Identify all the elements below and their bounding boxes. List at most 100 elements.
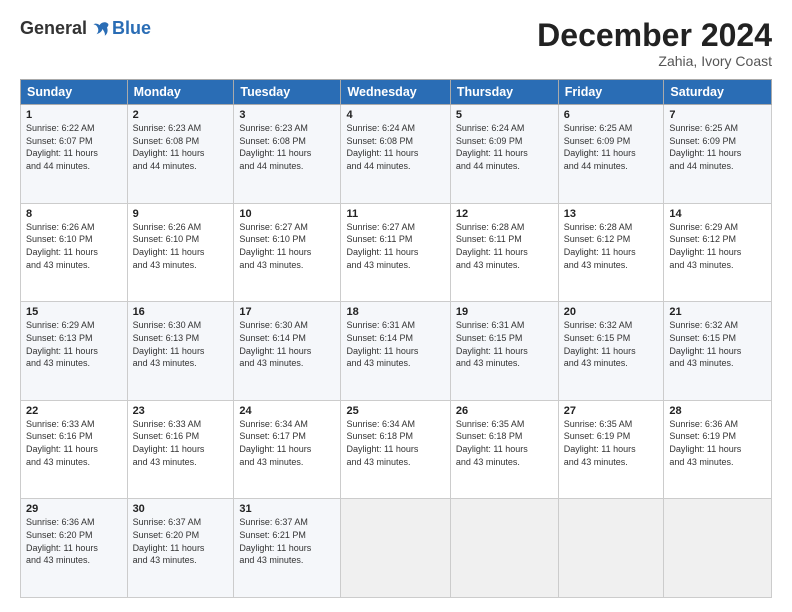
day-cell-16: 16 Sunrise: 6:30 AMSunset: 6:13 PMDaylig… [127, 302, 234, 401]
day-cell-2: 2 Sunrise: 6:23 AMSunset: 6:08 PMDayligh… [127, 105, 234, 204]
day-number-20: 20 [564, 306, 659, 318]
logo-blue-text: Blue [112, 18, 151, 39]
day-info-29: Sunrise: 6:36 AMSunset: 6:20 PMDaylight:… [26, 517, 98, 565]
day-cell-4: 4 Sunrise: 6:24 AMSunset: 6:08 PMDayligh… [341, 105, 450, 204]
day-cell-3: 3 Sunrise: 6:23 AMSunset: 6:08 PMDayligh… [234, 105, 341, 204]
day-cell-31: 31 Sunrise: 6:37 AMSunset: 6:21 PMDaylig… [234, 499, 341, 598]
day-cell-28: 28 Sunrise: 6:36 AMSunset: 6:19 PMDaylig… [664, 400, 772, 499]
week-row-1: 1 Sunrise: 6:22 AMSunset: 6:07 PMDayligh… [21, 105, 772, 204]
day-number-15: 15 [26, 306, 122, 318]
day-cell-27: 27 Sunrise: 6:35 AMSunset: 6:19 PMDaylig… [558, 400, 664, 499]
day-info-2: Sunrise: 6:23 AMSunset: 6:08 PMDaylight:… [133, 123, 205, 171]
day-cell-7: 7 Sunrise: 6:25 AMSunset: 6:09 PMDayligh… [664, 105, 772, 204]
week-row-2: 8 Sunrise: 6:26 AMSunset: 6:10 PMDayligh… [21, 203, 772, 302]
day-cell-26: 26 Sunrise: 6:35 AMSunset: 6:18 PMDaylig… [450, 400, 558, 499]
day-cell-24: 24 Sunrise: 6:34 AMSunset: 6:17 PMDaylig… [234, 400, 341, 499]
day-number-28: 28 [669, 405, 766, 417]
col-tuesday: Tuesday [234, 80, 341, 105]
day-info-10: Sunrise: 6:27 AMSunset: 6:10 PMDaylight:… [239, 222, 311, 270]
day-number-12: 12 [456, 208, 553, 220]
day-number-23: 23 [133, 405, 229, 417]
day-info-18: Sunrise: 6:31 AMSunset: 6:14 PMDaylight:… [346, 320, 418, 368]
week-row-4: 22 Sunrise: 6:33 AMSunset: 6:16 PMDaylig… [21, 400, 772, 499]
day-info-22: Sunrise: 6:33 AMSunset: 6:16 PMDaylight:… [26, 419, 98, 467]
day-info-25: Sunrise: 6:34 AMSunset: 6:18 PMDaylight:… [346, 419, 418, 467]
day-cell-25: 25 Sunrise: 6:34 AMSunset: 6:18 PMDaylig… [341, 400, 450, 499]
day-info-9: Sunrise: 6:26 AMSunset: 6:10 PMDaylight:… [133, 222, 205, 270]
empty-cell [450, 499, 558, 598]
day-number-17: 17 [239, 306, 335, 318]
day-info-24: Sunrise: 6:34 AMSunset: 6:17 PMDaylight:… [239, 419, 311, 467]
header: General Blue December 2024 Zahia, Ivory … [20, 18, 772, 69]
day-info-27: Sunrise: 6:35 AMSunset: 6:19 PMDaylight:… [564, 419, 636, 467]
location-subtitle: Zahia, Ivory Coast [537, 53, 772, 69]
day-cell-22: 22 Sunrise: 6:33 AMSunset: 6:16 PMDaylig… [21, 400, 128, 499]
day-info-13: Sunrise: 6:28 AMSunset: 6:12 PMDaylight:… [564, 222, 636, 270]
day-cell-29: 29 Sunrise: 6:36 AMSunset: 6:20 PMDaylig… [21, 499, 128, 598]
week-row-5: 29 Sunrise: 6:36 AMSunset: 6:20 PMDaylig… [21, 499, 772, 598]
day-info-20: Sunrise: 6:32 AMSunset: 6:15 PMDaylight:… [564, 320, 636, 368]
col-saturday: Saturday [664, 80, 772, 105]
day-info-3: Sunrise: 6:23 AMSunset: 6:08 PMDaylight:… [239, 123, 311, 171]
day-number-29: 29 [26, 503, 122, 515]
col-thursday: Thursday [450, 80, 558, 105]
title-area: December 2024 Zahia, Ivory Coast [537, 18, 772, 69]
col-sunday: Sunday [21, 80, 128, 105]
day-cell-11: 11 Sunrise: 6:27 AMSunset: 6:11 PMDaylig… [341, 203, 450, 302]
day-number-26: 26 [456, 405, 553, 417]
empty-cell [664, 499, 772, 598]
empty-cell [341, 499, 450, 598]
day-info-5: Sunrise: 6:24 AMSunset: 6:09 PMDaylight:… [456, 123, 528, 171]
day-info-19: Sunrise: 6:31 AMSunset: 6:15 PMDaylight:… [456, 320, 528, 368]
day-info-21: Sunrise: 6:32 AMSunset: 6:15 PMDaylight:… [669, 320, 741, 368]
day-cell-20: 20 Sunrise: 6:32 AMSunset: 6:15 PMDaylig… [558, 302, 664, 401]
day-info-4: Sunrise: 6:24 AMSunset: 6:08 PMDaylight:… [346, 123, 418, 171]
day-info-31: Sunrise: 6:37 AMSunset: 6:21 PMDaylight:… [239, 517, 311, 565]
day-cell-21: 21 Sunrise: 6:32 AMSunset: 6:15 PMDaylig… [664, 302, 772, 401]
day-number-31: 31 [239, 503, 335, 515]
col-monday: Monday [127, 80, 234, 105]
day-number-4: 4 [346, 109, 444, 121]
day-cell-1: 1 Sunrise: 6:22 AMSunset: 6:07 PMDayligh… [21, 105, 128, 204]
day-info-15: Sunrise: 6:29 AMSunset: 6:13 PMDaylight:… [26, 320, 98, 368]
day-cell-9: 9 Sunrise: 6:26 AMSunset: 6:10 PMDayligh… [127, 203, 234, 302]
day-number-5: 5 [456, 109, 553, 121]
day-info-30: Sunrise: 6:37 AMSunset: 6:20 PMDaylight:… [133, 517, 205, 565]
day-cell-5: 5 Sunrise: 6:24 AMSunset: 6:09 PMDayligh… [450, 105, 558, 204]
day-number-13: 13 [564, 208, 659, 220]
day-info-6: Sunrise: 6:25 AMSunset: 6:09 PMDaylight:… [564, 123, 636, 171]
calendar-table: Sunday Monday Tuesday Wednesday Thursday… [20, 79, 772, 598]
day-cell-12: 12 Sunrise: 6:28 AMSunset: 6:11 PMDaylig… [450, 203, 558, 302]
day-info-23: Sunrise: 6:33 AMSunset: 6:16 PMDaylight:… [133, 419, 205, 467]
day-info-7: Sunrise: 6:25 AMSunset: 6:09 PMDaylight:… [669, 123, 741, 171]
day-info-14: Sunrise: 6:29 AMSunset: 6:12 PMDaylight:… [669, 222, 741, 270]
day-number-16: 16 [133, 306, 229, 318]
day-number-3: 3 [239, 109, 335, 121]
day-cell-23: 23 Sunrise: 6:33 AMSunset: 6:16 PMDaylig… [127, 400, 234, 499]
day-number-30: 30 [133, 503, 229, 515]
day-info-8: Sunrise: 6:26 AMSunset: 6:10 PMDaylight:… [26, 222, 98, 270]
day-info-26: Sunrise: 6:35 AMSunset: 6:18 PMDaylight:… [456, 419, 528, 467]
day-number-9: 9 [133, 208, 229, 220]
day-info-16: Sunrise: 6:30 AMSunset: 6:13 PMDaylight:… [133, 320, 205, 368]
day-number-22: 22 [26, 405, 122, 417]
day-number-11: 11 [346, 208, 444, 220]
day-cell-15: 15 Sunrise: 6:29 AMSunset: 6:13 PMDaylig… [21, 302, 128, 401]
day-number-1: 1 [26, 109, 122, 121]
logo-bird-icon [92, 20, 110, 38]
empty-cell [558, 499, 664, 598]
day-number-7: 7 [669, 109, 766, 121]
logo: General Blue [20, 18, 151, 39]
day-info-11: Sunrise: 6:27 AMSunset: 6:11 PMDaylight:… [346, 222, 418, 270]
day-cell-30: 30 Sunrise: 6:37 AMSunset: 6:20 PMDaylig… [127, 499, 234, 598]
col-friday: Friday [558, 80, 664, 105]
week-row-3: 15 Sunrise: 6:29 AMSunset: 6:13 PMDaylig… [21, 302, 772, 401]
header-row: Sunday Monday Tuesday Wednesday Thursday… [21, 80, 772, 105]
day-cell-13: 13 Sunrise: 6:28 AMSunset: 6:12 PMDaylig… [558, 203, 664, 302]
page: General Blue December 2024 Zahia, Ivory … [0, 0, 792, 612]
day-number-8: 8 [26, 208, 122, 220]
day-number-6: 6 [564, 109, 659, 121]
day-number-18: 18 [346, 306, 444, 318]
day-number-24: 24 [239, 405, 335, 417]
day-number-25: 25 [346, 405, 444, 417]
